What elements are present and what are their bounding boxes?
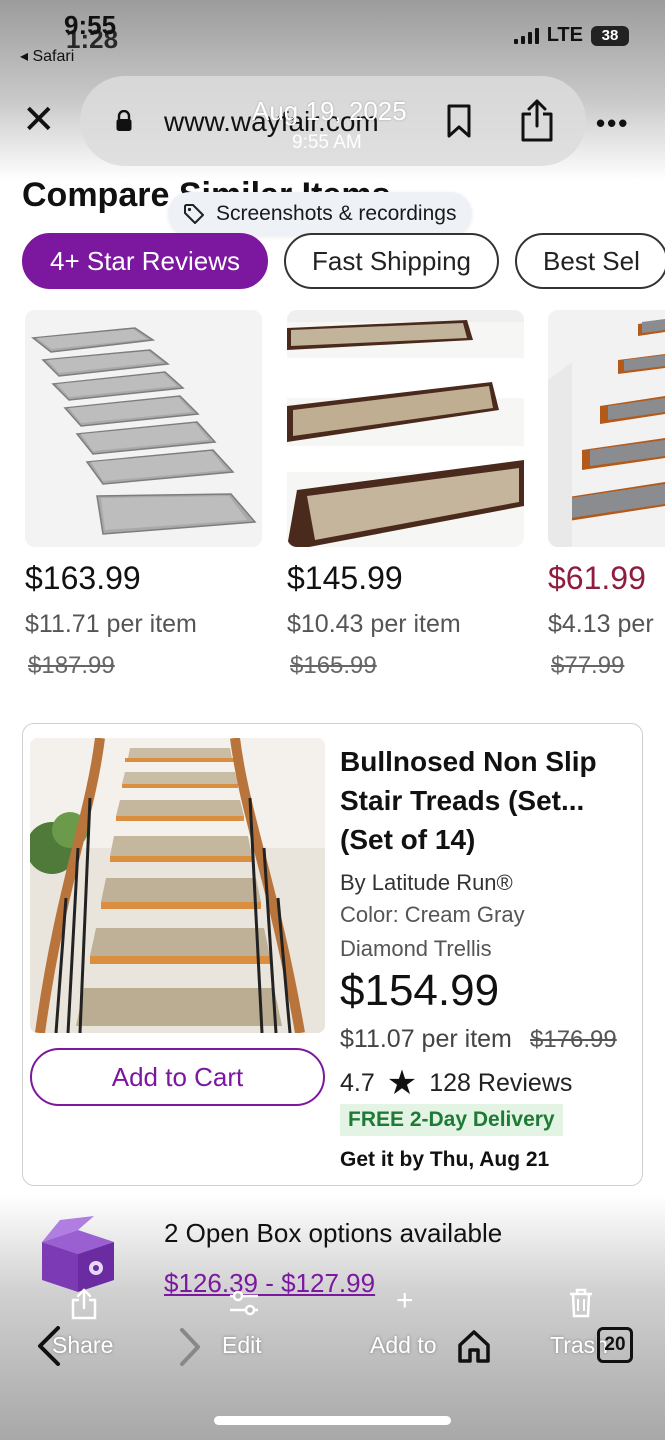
product-image[interactable]	[287, 310, 524, 547]
featured-product-title[interactable]: Bullnosed Non Slip Stair Treads (Set... …	[340, 742, 630, 859]
tag-icon	[184, 204, 204, 224]
product-per-item: $11.71 per item	[25, 610, 197, 638]
product-price: $163.99	[25, 560, 141, 596]
stair-treads-beige-image	[287, 310, 524, 547]
star-icon: ★	[386, 1064, 418, 1102]
lock-icon	[116, 110, 132, 131]
filter-chips: 4+ Star Reviews Fast Shipping Best Sel	[22, 233, 665, 289]
product-per-item: $4.13 per	[548, 610, 654, 638]
trash-icon[interactable]	[568, 1288, 594, 1318]
chip-4-star-reviews[interactable]: 4+ Star Reviews	[22, 233, 269, 289]
product-was-price: $165.99	[290, 652, 377, 679]
back-to-app-link[interactable]: ◂ Safari	[20, 46, 74, 66]
title-line: Bullnosed Non Slip	[340, 746, 597, 777]
open-box-text: 2 Open Box options available	[164, 1218, 503, 1248]
title-line: Stair Treads (Set...	[340, 785, 585, 816]
rating-value: 4.7	[340, 1068, 375, 1097]
bookmark-icon[interactable]	[446, 104, 472, 138]
signal-icon	[513, 27, 539, 44]
featured-was-price: $176.99	[530, 1026, 617, 1053]
product-image[interactable]	[25, 310, 262, 547]
share-button[interactable]: Share	[52, 1332, 113, 1359]
staircase-image	[30, 738, 325, 1033]
delivery-badge: FREE 2-Day Delivery	[340, 1104, 563, 1136]
product-brand[interactable]: By Latitude Run®	[340, 870, 513, 896]
review-count: 128 Reviews	[429, 1068, 573, 1097]
tooltip-label: Screenshots & recordings	[216, 202, 457, 225]
open-box-price-link[interactable]: $126.39 - $127.99	[164, 1268, 375, 1299]
product-price: $145.99	[287, 560, 403, 596]
forward-chevron-icon[interactable]	[178, 1328, 202, 1366]
open-box-icon	[42, 1216, 114, 1292]
overlay-time: 9:55 AM	[292, 132, 362, 153]
product-was-price: $77.99	[551, 652, 625, 679]
add-to-button[interactable]: Add to	[370, 1332, 437, 1359]
adjust-icon[interactable]	[228, 1288, 260, 1318]
home-indicator	[214, 1416, 451, 1425]
product-color: Color: Cream Gray	[340, 902, 525, 927]
network-label: LTE	[546, 24, 583, 46]
featured-per-item: $11.07 per item	[340, 1025, 512, 1053]
share-icon[interactable]	[70, 1288, 98, 1320]
title-line: (Set of 14)	[340, 824, 476, 855]
plus-icon[interactable]: +	[396, 1284, 414, 1318]
product-image[interactable]	[548, 310, 665, 547]
delivery-date: Get it by Thu, Aug 21	[340, 1148, 550, 1171]
overlay-date: Aug 19, 2025	[252, 96, 407, 126]
screenshots-tooltip[interactable]: Screenshots & recordings	[168, 192, 473, 236]
featured-price: $154.99	[340, 966, 500, 1015]
share-icon[interactable]	[520, 98, 554, 142]
tabs-count-button[interactable]: 20	[597, 1327, 633, 1363]
product-color-variant: Diamond Trellis	[340, 936, 492, 961]
stair-treads-gray-image	[25, 310, 262, 547]
stair-treads-wood-image	[548, 310, 665, 547]
chip-fast-shipping[interactable]: Fast Shipping	[284, 233, 500, 289]
product-per-item: $10.43 per item	[287, 610, 461, 638]
home-icon[interactable]	[456, 1328, 492, 1364]
status-indicators: LTE 38	[513, 24, 629, 47]
chip-best-sellers[interactable]: Best Sel	[515, 233, 665, 289]
add-to-cart-button[interactable]: Add to Cart	[30, 1048, 325, 1106]
more-icon[interactable]: •••	[596, 108, 629, 139]
battery-icon: 38	[591, 25, 629, 46]
product-sale-price: $61.99	[548, 560, 646, 596]
edit-button[interactable]: Edit	[222, 1332, 262, 1359]
featured-product-image[interactable]	[30, 738, 325, 1033]
product-was-price: $187.99	[28, 652, 115, 679]
rating-row[interactable]: 4.7 ★ 128 Reviews	[340, 1066, 572, 1100]
close-icon[interactable]: ✕	[22, 100, 56, 140]
